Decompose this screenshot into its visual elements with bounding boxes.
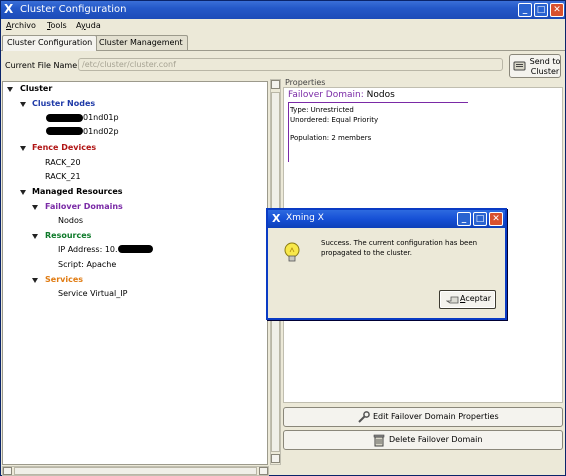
- tab-bar: Cluster Configuration Cluster Management: [1, 35, 565, 51]
- tree-fence-devices[interactable]: Fence Devices: [32, 143, 96, 152]
- cluster-nodes-expander-icon[interactable]: [20, 102, 26, 107]
- edit-failover-domain-button[interactable]: Edit Failover Domain Properties: [283, 407, 563, 427]
- failover-domains-expander-icon[interactable]: [32, 205, 38, 210]
- close-icon: ✕: [492, 214, 500, 224]
- menu-ayuda[interactable]: Ayuda: [76, 19, 101, 33]
- send-to-cluster-icon: [513, 61, 526, 71]
- dialog-minimize-button[interactable]: _: [457, 212, 471, 226]
- redaction-mark: [46, 114, 83, 122]
- property-unordered: Unordered: Equal Priority: [290, 116, 379, 124]
- property-type: Type: Unrestricted: [290, 106, 354, 114]
- services-expander-icon[interactable]: [32, 278, 38, 283]
- delete-failover-domain-button[interactable]: Delete Failover Domain: [283, 430, 563, 450]
- cluster-tree: Cluster Cluster Nodes 01nd01p 01nd02p Fe…: [2, 81, 268, 465]
- hand-pointer-icon: [446, 296, 459, 304]
- dialog-maximize-button[interactable]: □: [473, 212, 487, 226]
- scroll-up-arrow-icon[interactable]: [271, 80, 280, 89]
- menu-ayuda-rest: uda: [85, 21, 101, 30]
- tab-cluster-configuration[interactable]: Cluster Configuration: [2, 35, 98, 51]
- dialog-title: Xming X: [286, 213, 324, 223]
- minimize-button[interactable]: _: [518, 3, 532, 17]
- tree-failover-domains[interactable]: Failover Domains: [45, 202, 123, 211]
- tree-node-1[interactable]: 01nd01p: [83, 113, 119, 122]
- xming-logo-icon: X: [272, 212, 281, 225]
- tree-cluster[interactable]: Cluster: [20, 84, 52, 93]
- maximize-button[interactable]: □: [534, 3, 548, 17]
- dialog-message: Success. The current configuration has b…: [321, 239, 478, 257]
- current-file-field[interactable]: /etc/cluster/cluster.conf: [78, 58, 503, 71]
- main-window: X Cluster Configuration _ □ ✕ Archivo To…: [0, 0, 566, 476]
- accept-label-rest: ceptar: [465, 294, 492, 303]
- send-to-cluster-label: Send to Cluster: [529, 57, 561, 76]
- properties-side-rule: [288, 103, 289, 162]
- trash-icon: [373, 434, 385, 447]
- maximize-icon: □: [475, 214, 485, 224]
- tree-node-2[interactable]: 01nd02p: [83, 127, 119, 136]
- tree-horizontal-scrollbar[interactable]: [2, 466, 269, 476]
- menu-archivo-rest: rchivo: [11, 21, 36, 30]
- resources-expander-icon[interactable]: [32, 234, 38, 239]
- edit-failover-domain-label: Edit Failover Domain Properties: [373, 412, 499, 421]
- redaction-mark: [118, 245, 153, 253]
- success-dialog: X Xming X _ □ ✕ Success. The current con…: [266, 208, 507, 320]
- scroll-thumb[interactable]: [14, 467, 257, 475]
- menu-tools-rest: ools: [50, 21, 67, 30]
- tab-cluster-management[interactable]: Cluster Management: [94, 35, 188, 50]
- close-icon: ✕: [553, 5, 561, 15]
- close-button[interactable]: ✕: [550, 3, 564, 17]
- properties-heading-value: Nodos: [366, 90, 395, 100]
- fence-devices-expander-icon[interactable]: [20, 146, 26, 151]
- property-population: Population: 2 members: [290, 134, 372, 142]
- cluster-expander-icon[interactable]: [7, 87, 13, 92]
- xming-logo-icon: X: [4, 2, 14, 16]
- wrench-icon: [358, 411, 370, 423]
- minimize-icon: _: [461, 214, 467, 224]
- tree-resources[interactable]: Resources: [45, 231, 91, 240]
- tree-services[interactable]: Services: [45, 275, 83, 284]
- delete-failover-domain-label: Delete Failover Domain: [389, 435, 483, 444]
- tree-resource-script[interactable]: Script: Apache: [58, 260, 116, 269]
- dialog-titlebar[interactable]: X Xming X _ □ ✕: [268, 210, 505, 228]
- scroll-left-arrow-icon[interactable]: [3, 467, 12, 475]
- properties-heading-key: Failover Domain:: [288, 90, 364, 100]
- current-file-label: Current File Name:: [5, 61, 80, 70]
- send-to-cluster-button[interactable]: Send to Cluster: [509, 54, 561, 78]
- tree-cluster-nodes[interactable]: Cluster Nodes: [32, 99, 95, 108]
- tree-resource-ip[interactable]: IP Address: 10.: [58, 245, 118, 254]
- window-title: Cluster Configuration: [20, 4, 127, 15]
- tree-managed-resources[interactable]: Managed Resources: [32, 187, 123, 196]
- redaction-mark: [46, 127, 83, 135]
- properties-label: Properties: [285, 78, 326, 87]
- window-titlebar[interactable]: X Cluster Configuration _ □ ✕: [1, 1, 565, 19]
- properties-heading: Failover Domain: Nodos: [288, 90, 395, 100]
- menu-bar: Archivo Tools Ayuda: [1, 19, 565, 33]
- properties-divider: [288, 102, 468, 103]
- accept-button[interactable]: Aceptar: [439, 290, 496, 309]
- tree-failover-domain-nodos[interactable]: Nodos: [58, 216, 83, 225]
- maximize-icon: □: [536, 5, 546, 15]
- tree-fence-1[interactable]: RACK_20: [45, 158, 81, 167]
- accept-label: Aceptar: [460, 294, 491, 303]
- scroll-down-arrow-icon[interactable]: [271, 454, 280, 463]
- menu-tools[interactable]: Tools: [47, 19, 67, 33]
- scroll-right-arrow-icon[interactable]: [259, 467, 268, 475]
- managed-resources-expander-icon[interactable]: [20, 190, 26, 195]
- dialog-close-button[interactable]: ✕: [489, 212, 503, 226]
- menu-archivo[interactable]: Archivo: [6, 19, 36, 33]
- tree-service-virtual-ip[interactable]: Service Virtual_IP: [58, 289, 127, 298]
- tree-fence-2[interactable]: RACK_21: [45, 172, 81, 181]
- lightbulb-icon: [284, 242, 300, 262]
- minimize-icon: _: [522, 5, 528, 15]
